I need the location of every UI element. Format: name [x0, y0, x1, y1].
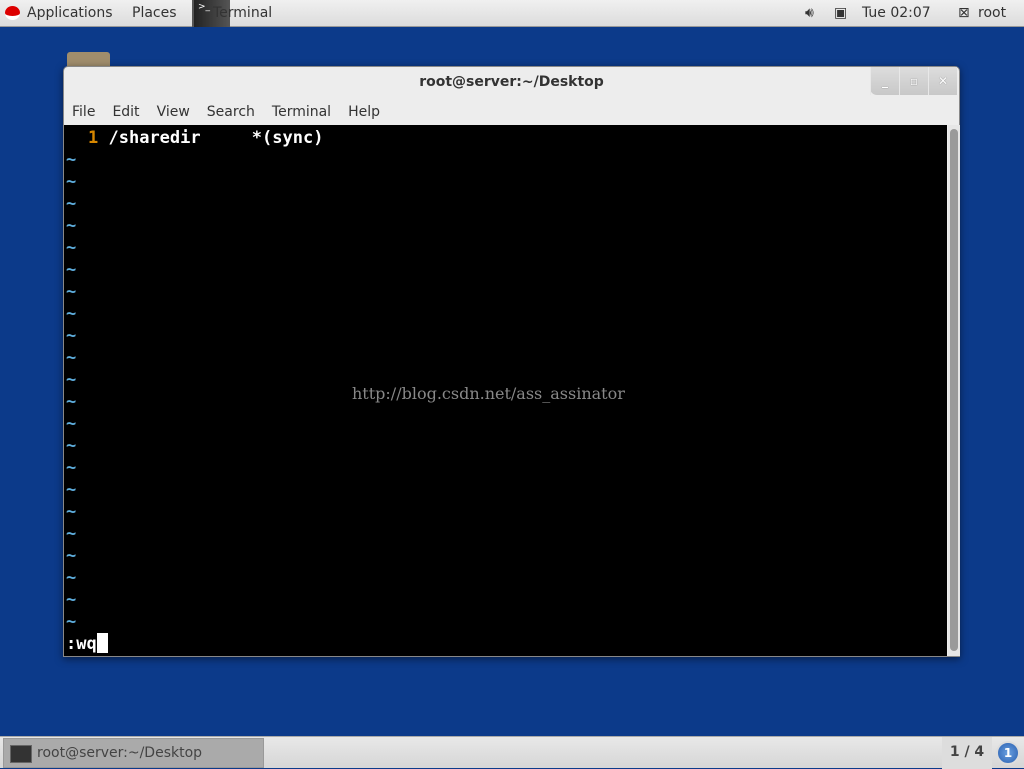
- terminal-icon: [10, 745, 32, 763]
- user-icon: ⊠: [958, 5, 970, 21]
- empty-line-tilde: ~: [66, 524, 77, 544]
- vim-line-1: 1 /sharedir *(sync): [88, 127, 323, 149]
- empty-line-tilde: ~: [66, 348, 77, 368]
- redhat-logo-icon: [5, 6, 20, 20]
- empty-line-tilde: ~: [66, 502, 77, 522]
- line-number: 1: [88, 128, 99, 148]
- menu-view[interactable]: View: [157, 104, 190, 120]
- user-menu[interactable]: root: [978, 5, 1006, 21]
- applications-menu[interactable]: Applications: [27, 5, 113, 21]
- terminal-window: root@server:~/Desktop _ ▫ ✕ File Edit Vi…: [63, 66, 960, 657]
- menu-help[interactable]: Help: [348, 104, 380, 120]
- empty-line-tilde: ~: [66, 304, 77, 324]
- empty-line-tilde: ~: [66, 436, 77, 456]
- volume-icon[interactable]: 🔊︎: [805, 5, 814, 21]
- scrollbar-thumb[interactable]: [950, 129, 958, 651]
- menu-edit[interactable]: Edit: [112, 104, 139, 120]
- empty-line-tilde: ~: [66, 590, 77, 610]
- empty-line-tilde: ~: [66, 568, 77, 588]
- empty-line-tilde: ~: [66, 480, 77, 500]
- empty-line-tilde: ~: [66, 612, 77, 632]
- empty-line-tilde: ~: [66, 458, 77, 478]
- menu-terminal[interactable]: Terminal: [272, 104, 331, 120]
- empty-line-tilde: ~: [66, 326, 77, 346]
- task-label: root@server:~/Desktop: [37, 745, 203, 761]
- maximize-button[interactable]: ▫: [899, 67, 928, 95]
- watermark: http://blog.csdn.net/ass_assinator: [352, 384, 625, 403]
- bottom-panel: root@server:~/Desktop 1 / 4 1: [0, 736, 1024, 769]
- terminal-content[interactable]: 1 /sharedir *(sync) ~ ~ ~ ~ ~ ~ ~ ~ ~ ~ ~ ~ ~ ~ ~ ~ ~ ~ ~ ~…: [64, 125, 947, 656]
- empty-line-tilde: ~: [66, 194, 77, 214]
- empty-line-tilde: ~: [66, 172, 77, 192]
- empty-line-tilde: ~: [66, 370, 77, 390]
- empty-line-tilde: ~: [66, 238, 77, 258]
- network-icon[interactable]: ▣: [834, 5, 847, 21]
- menu-file[interactable]: File: [72, 104, 95, 120]
- top-panel: Applications Places >_ Terminal 🔊︎ ▣ Tue…: [0, 0, 1024, 27]
- line-text: /sharedir *(sync): [108, 128, 324, 148]
- empty-line-tilde: ~: [66, 546, 77, 566]
- empty-line-tilde: ~: [66, 414, 77, 434]
- empty-line-tilde: ~: [66, 392, 77, 412]
- minimize-button[interactable]: _: [870, 67, 899, 95]
- places-menu[interactable]: Places: [132, 5, 177, 21]
- empty-line-tilde: ~: [66, 282, 77, 302]
- notification-badge[interactable]: 1: [996, 741, 1020, 765]
- workspace-switcher[interactable]: 1 / 4: [942, 737, 992, 769]
- active-app-menu[interactable]: Terminal: [213, 5, 272, 21]
- menu-bar: File Edit View Search Terminal Help: [72, 104, 397, 120]
- close-button[interactable]: ✕: [928, 67, 957, 95]
- taskbar-item-terminal[interactable]: root@server:~/Desktop: [3, 738, 264, 768]
- scrollbar[interactable]: [948, 125, 960, 656]
- vim-command-line: :wq: [66, 633, 108, 655]
- command-text: :wq: [66, 634, 97, 654]
- empty-line-tilde: ~: [66, 216, 77, 236]
- empty-line-tilde: ~: [66, 150, 77, 170]
- empty-line-tilde: ~: [66, 260, 77, 280]
- clock[interactable]: Tue 02:07: [862, 5, 931, 21]
- window-title: root@server:~/Desktop: [419, 74, 604, 90]
- cursor: [96, 633, 108, 653]
- menu-search[interactable]: Search: [207, 104, 255, 120]
